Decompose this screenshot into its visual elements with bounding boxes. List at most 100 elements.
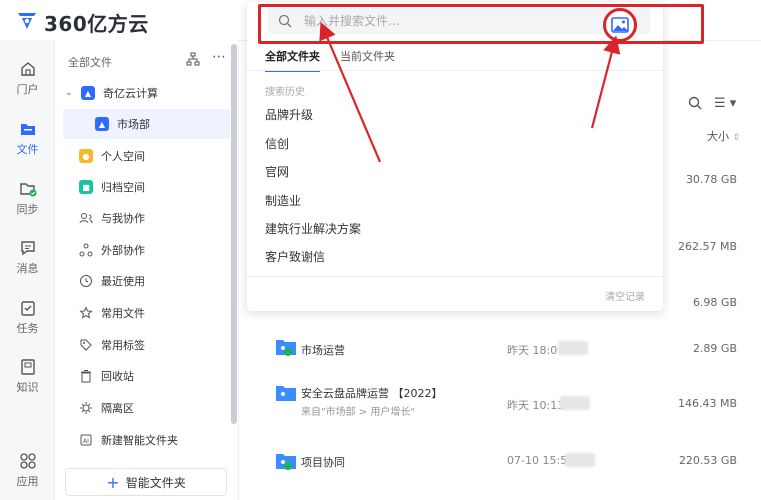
sidebar-item-new-smart[interactable]: AI 新建智能文件夹 [79, 425, 254, 455]
clear-history-button[interactable]: 清空记录 [605, 288, 645, 303]
sidebar-item-trash[interactable]: 回收站 [79, 361, 254, 391]
sidebar-item-label: 最近使用 [101, 275, 145, 288]
image-search-button[interactable] [603, 8, 637, 42]
rail-label: 门户 [16, 83, 39, 96]
users-icon [79, 213, 93, 224]
rail-label: 文件 [16, 143, 39, 156]
file-size: 2.89 GB [692, 342, 737, 355]
file-name[interactable]: 市场运营 [301, 342, 345, 358]
history-item[interactable]: 客户致谢信 [265, 248, 325, 265]
archive-space-icon: ■ [79, 180, 93, 194]
rail-item-knowledge[interactable]: 知识 [0, 358, 55, 395]
table-row[interactable]: 项目协同 07-10 15:57 220.53 GB [240, 436, 761, 486]
logo-mark-icon [18, 13, 36, 29]
history-item[interactable]: 信创 [265, 135, 289, 152]
sidebar-item-market[interactable]: ▲ 市场部 [63, 109, 230, 139]
knowledge-icon [20, 359, 35, 375]
trash-icon [81, 370, 91, 383]
sidebar-scrollbar[interactable] [231, 44, 237, 424]
sidebar-item-shared-with-me[interactable]: 与我协作 [79, 203, 254, 233]
search-icon[interactable] [688, 96, 702, 110]
team-space-icon: ▲ [95, 117, 109, 131]
logo-text: 360亿方云 [44, 12, 149, 36]
sidebar-item-recent[interactable]: 最近使用 [79, 266, 254, 296]
table-row[interactable]: 安全云盘品牌运营 【2022】 来自"市场部 > 用户增长" 昨天 10:13 … [240, 378, 761, 428]
sidebar-item-label: 外部协作 [101, 244, 145, 257]
folder-sidebar: 全部文件 ⋯ ⌄ ▲ 奇亿云计算 ▲ 市场部 ● 个人空间 ■ 归档空间 与我协… [55, 40, 239, 500]
sidebar-item-tags[interactable]: 常用标签 [79, 330, 254, 360]
sidebar-item-label: 归档空间 [101, 181, 145, 194]
message-icon [20, 241, 35, 256]
sidebar-header: 全部文件 [68, 56, 112, 69]
shared-folder-icon [276, 386, 296, 401]
sidebar-item-label: 新建智能文件夹 [101, 434, 178, 447]
history-title: 搜索历史 [265, 87, 305, 98]
rail-item-apps[interactable]: 应用 [0, 452, 55, 489]
rail-item-portal[interactable]: 门户 [0, 60, 55, 97]
rail-label: 应用 [16, 475, 39, 488]
sidebar-item-qiyi[interactable]: ⌄ ▲ 奇亿云计算 [65, 78, 240, 108]
new-smart-folder-button[interactable]: + 智能文件夹 [65, 468, 227, 496]
rail-label: 同步 [16, 203, 39, 216]
file-name[interactable]: 项目协同 [301, 454, 345, 470]
sort-icon: ⇕ [732, 133, 741, 143]
task-icon [20, 301, 35, 316]
app-logo: 360亿方云 [0, 0, 148, 40]
sidebar-item-personal[interactable]: ● 个人空间 [79, 141, 254, 171]
sidebar-item-label: 隔离区 [101, 402, 134, 415]
file-size: 146.43 MB [677, 397, 737, 410]
sidebar-item-label: 常用标签 [101, 339, 145, 352]
sidebar-item-label: 个人空间 [101, 150, 145, 163]
rail-label: 任务 [16, 322, 39, 335]
size-header-label: 大小 [707, 130, 729, 143]
history-item[interactable]: 制造业 [265, 192, 301, 209]
file-source: 来自"市场部 > 用户增长" [301, 407, 415, 418]
annotation-highlight-box [258, 4, 704, 44]
plus-icon: + [106, 472, 120, 492]
search-scope-tabs: 全部文件夹 当前文件夹 [265, 48, 395, 72]
shared-folder-icon [276, 454, 296, 470]
history-item[interactable]: 品牌升级 [265, 106, 313, 123]
history-item[interactable]: 官网 [265, 163, 289, 180]
rail-item-messages[interactable]: 消息 [0, 239, 55, 276]
quarantine-icon [80, 402, 92, 414]
rail-item-sync[interactable]: 同步 [0, 180, 55, 217]
sidebar-item-label: 奇亿云计算 [103, 87, 158, 100]
apps-icon [19, 453, 36, 469]
table-row[interactable]: 市场运营 昨天 18:0 2.89 GB [240, 324, 761, 374]
ai-folder-icon: AI [80, 434, 92, 446]
chevron-down-icon[interactable]: ⌄ [65, 88, 77, 98]
org-tree-icon[interactable] [186, 52, 200, 66]
rail-item-tasks[interactable]: 任务 [0, 299, 55, 336]
rail-item-files[interactable]: 文件 [0, 120, 55, 157]
tag-icon [80, 339, 92, 351]
more-icon[interactable]: ⋯ [212, 50, 226, 66]
sync-folder-icon [19, 183, 36, 197]
rail-label: 知识 [16, 381, 39, 394]
sidebar-item-favorites[interactable]: 常用文件 [79, 298, 254, 328]
file-size: 220.53 GB [678, 454, 737, 467]
file-name[interactable]: 安全云盘品牌运营 【2022】 [301, 385, 443, 401]
sidebar-item-archive[interactable]: ■ 归档空间 [79, 172, 254, 202]
shared-folder-icon [276, 340, 296, 356]
size-column-header[interactable]: 大小 ⇕ [707, 128, 740, 144]
tab-current-folder[interactable]: 当前文件夹 [340, 48, 395, 72]
redacted-block [565, 453, 595, 467]
tab-all-folders[interactable]: 全部文件夹 [265, 48, 320, 72]
sidebar-item-quarantine[interactable]: 隔离区 [79, 393, 254, 423]
file-time: 昨天 10:13 [507, 399, 565, 412]
redacted-block [560, 396, 590, 410]
sidebar-item-label: 回收站 [101, 370, 134, 383]
file-size: 262.57 MB [677, 240, 737, 253]
file-time: 昨天 18:0 [507, 344, 558, 357]
sidebar-item-external[interactable]: 外部协作 [79, 235, 254, 265]
svg-text:AI: AI [83, 438, 89, 445]
image-icon [611, 17, 629, 33]
history-item[interactable]: 建筑行业解决方案 [265, 220, 361, 237]
left-rail: 门户 文件 同步 消息 任务 知识 应用 [0, 40, 55, 500]
sidebar-item-label: 与我协作 [101, 212, 145, 225]
new-smart-folder-label: 智能文件夹 [125, 475, 186, 490]
clock-icon [80, 275, 92, 287]
tabs-divider [247, 70, 663, 71]
list-view-icon[interactable]: ☰ ▾ [714, 96, 736, 111]
